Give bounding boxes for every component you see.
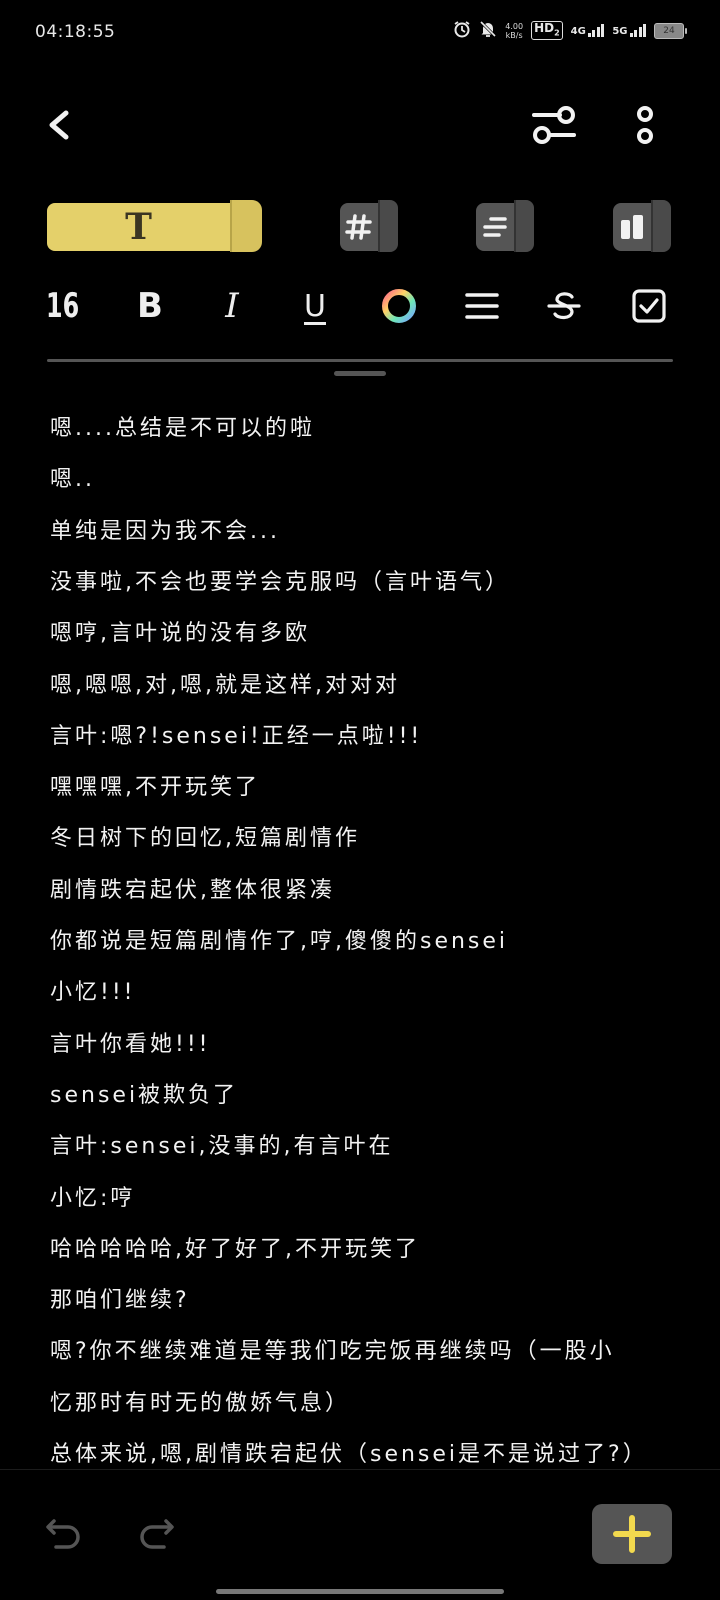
plus-icon xyxy=(613,1515,651,1553)
back-button[interactable] xyxy=(40,105,80,145)
text-color-button[interactable] xyxy=(379,283,419,329)
align-justify-icon xyxy=(465,293,499,319)
signal-5g-label: 5G xyxy=(612,26,628,37)
note-line: 嘿嘿嘿,不开玩笑了 xyxy=(50,775,260,800)
network-speed-value: 4.00 xyxy=(505,21,524,31)
note-line: 冬日树下的回忆,短篇剧情作 xyxy=(50,826,360,851)
note-line: 嗯.. xyxy=(50,467,95,492)
note-line: 没事啦,不会也要学会克服吗（言叶语气） xyxy=(50,570,510,595)
status-icons: 4.00 kB/s HD2 4G 5G 24 xyxy=(453,20,687,41)
tab-layout[interactable] xyxy=(613,200,671,255)
hd-sub: 2 xyxy=(554,28,560,38)
redo-icon xyxy=(140,1519,174,1549)
hd-label: HD xyxy=(534,20,555,35)
note-line: 小忆:哼 xyxy=(50,1186,136,1211)
underline-button[interactable]: U xyxy=(295,283,335,329)
strikethrough-icon xyxy=(547,292,581,320)
network-speed-unit: kB/s xyxy=(505,30,523,40)
more-options-button[interactable] xyxy=(625,105,665,151)
signal-4g: 4G xyxy=(571,24,605,37)
note-line: 小忆!!! xyxy=(50,980,136,1005)
note-line: 那咱们继续? xyxy=(50,1288,190,1313)
signal-5g: 5G xyxy=(612,24,646,37)
more-vertical-icon xyxy=(637,106,653,144)
italic-button[interactable]: I xyxy=(212,283,252,329)
undo-button[interactable] xyxy=(44,1511,84,1551)
alarm-icon xyxy=(453,20,471,41)
chevron-left-icon xyxy=(49,110,69,140)
tab-text-mode[interactable]: T xyxy=(47,200,262,255)
note-line: 言叶:sensei,没事的,有言叶在 xyxy=(50,1134,394,1159)
note-line: 嗯哼,言叶说的没有多欧 xyxy=(50,621,310,646)
note-line: 言叶你看她!!! xyxy=(50,1032,211,1057)
hashtag-icon xyxy=(340,203,378,251)
hd-voice-badge: HD2 xyxy=(531,20,563,41)
note-line: 忆那时有时无的傲娇气息） xyxy=(50,1391,351,1416)
note-line: 哈哈哈哈哈,好了好了,不开玩笑了 xyxy=(50,1237,420,1262)
format-settings-button[interactable] xyxy=(530,105,578,145)
redo-button[interactable] xyxy=(136,1511,176,1551)
list-lines-icon xyxy=(476,203,514,251)
signal-4g-label: 4G xyxy=(570,26,586,37)
layout-grid-icon xyxy=(613,203,651,251)
text-mode-icon: T xyxy=(125,206,152,248)
home-indicator[interactable] xyxy=(216,1589,504,1594)
signal-bars-icon xyxy=(587,24,605,37)
undo-icon xyxy=(46,1519,80,1549)
mute-bell-icon xyxy=(479,20,497,41)
note-line: 言叶:嗯?!sensei!正经一点啦!!! xyxy=(50,724,423,749)
status-time: 04:18:55 xyxy=(35,22,116,42)
color-wheel-icon xyxy=(382,289,416,323)
add-button[interactable] xyxy=(592,1504,672,1564)
note-line: sensei被欺负了 xyxy=(50,1083,239,1108)
note-line: 剧情跌宕起伏,整体很紧凑 xyxy=(50,878,335,903)
font-size-selector[interactable]: 16 xyxy=(46,283,79,329)
bold-button[interactable]: B xyxy=(130,283,170,329)
toolbar-divider xyxy=(47,359,673,362)
note-line: 总体来说,嗯,剧情跌宕起伏（sensei是不是说过了?） xyxy=(50,1442,648,1467)
network-speed: 4.00 kB/s xyxy=(505,22,523,40)
note-line: 嗯,嗯嗯,对,嗯,就是这样,对对对 xyxy=(50,673,400,698)
bottom-bar-divider xyxy=(0,1469,720,1470)
note-line: 单纯是因为我不会... xyxy=(50,519,280,544)
tab-list-style[interactable] xyxy=(476,200,534,255)
sliders-icon xyxy=(532,106,576,144)
battery-icon: 24 xyxy=(654,22,687,39)
strikethrough-button[interactable] xyxy=(544,283,584,329)
battery-level: 24 xyxy=(663,25,675,36)
checklist-button[interactable] xyxy=(629,283,669,329)
note-line: 嗯?你不继续难道是等我们吃完饭再继续吗（一股小 xyxy=(50,1339,615,1364)
note-line: 嗯....总结是不可以的啦 xyxy=(50,416,315,441)
tab-hashtag[interactable] xyxy=(340,200,398,255)
checkbox-icon xyxy=(632,289,666,323)
drag-handle[interactable] xyxy=(334,371,386,376)
note-line: 你都说是短篇剧情作了,哼,傻傻的sensei xyxy=(50,929,509,954)
signal-bars-icon xyxy=(629,24,646,37)
align-button[interactable] xyxy=(462,283,502,329)
